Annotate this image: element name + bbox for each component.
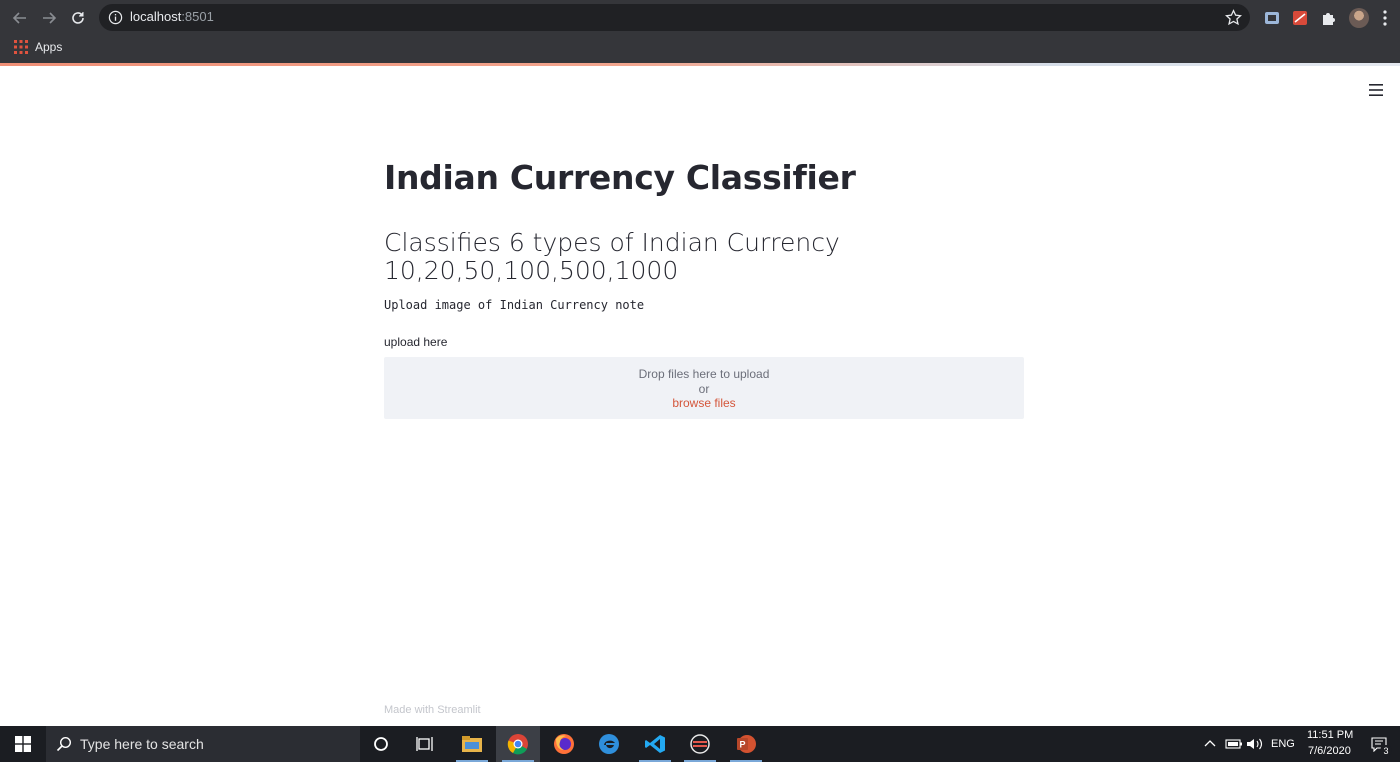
svg-text:P: P — [740, 740, 746, 750]
forward-icon[interactable] — [37, 6, 61, 30]
eclipse-icon[interactable] — [678, 726, 722, 762]
page-subheader: Classifies 6 types of Indian Currency 10… — [384, 228, 840, 285]
browse-files-link[interactable]: browse files — [384, 396, 1024, 410]
back-icon[interactable] — [8, 6, 32, 30]
bookmark-apps[interactable]: Apps — [35, 40, 62, 54]
info-icon[interactable] — [108, 10, 123, 25]
taskbar-search[interactable]: Type here to search — [46, 726, 360, 762]
file-explorer-icon[interactable] — [450, 726, 494, 762]
search-placeholder: Type here to search — [80, 736, 204, 752]
task-view-icon[interactable] — [403, 726, 447, 762]
battery-icon[interactable] — [1225, 738, 1243, 750]
uploader-label: upload here — [384, 335, 448, 349]
browser-toolbar: localhost:8501 — [0, 0, 1400, 36]
menu-dots-icon[interactable] — [1377, 9, 1393, 27]
search-icon — [56, 736, 72, 752]
extension-icon[interactable] — [1291, 9, 1309, 27]
cortana-icon[interactable] — [359, 726, 403, 762]
hamburger-icon[interactable] — [1368, 82, 1384, 98]
powerpoint-icon[interactable]: P — [724, 726, 768, 762]
drop-text: Drop files here to upload — [638, 367, 770, 381]
extension-icon[interactable] — [1263, 9, 1281, 27]
avatar[interactable] — [1349, 8, 1369, 28]
edge-icon[interactable] — [587, 726, 631, 762]
file-dropzone[interactable]: Drop files here to upload or browse file… — [384, 357, 1024, 419]
address-bar[interactable]: localhost:8501 — [99, 4, 1250, 31]
or-text: or — [698, 382, 710, 396]
windows-taskbar: Type here to search P ENG 11:51 PM 7/6/2… — [0, 726, 1400, 762]
notification-count-badge: 3 — [1380, 745, 1392, 757]
windows-start-icon[interactable] — [0, 726, 46, 762]
language-indicator[interactable]: ENG — [1271, 738, 1295, 750]
puzzle-icon[interactable] — [1320, 9, 1338, 27]
clock-date[interactable]: 7/6/2020 — [1308, 745, 1351, 757]
instruction-text: Upload image of Indian Currency note — [384, 298, 645, 312]
vscode-icon[interactable] — [633, 726, 677, 762]
firefox-icon[interactable] — [542, 726, 586, 762]
volume-icon[interactable] — [1246, 737, 1264, 751]
clock-time[interactable]: 11:51 PM — [1307, 729, 1353, 741]
decoration-line — [0, 63, 1400, 66]
url-text: localhost:8501 — [130, 9, 214, 24]
footer-made-with[interactable]: Made with Streamlit — [384, 704, 481, 716]
page-title: Indian Currency Classifier — [384, 158, 856, 197]
star-icon[interactable] — [1225, 9, 1242, 26]
chrome-icon[interactable] — [496, 726, 540, 762]
reload-icon[interactable] — [66, 6, 90, 30]
chevron-up-icon[interactable] — [1204, 738, 1216, 750]
bookmarks-bar — [0, 36, 1400, 63]
apps-icon[interactable] — [14, 40, 28, 54]
